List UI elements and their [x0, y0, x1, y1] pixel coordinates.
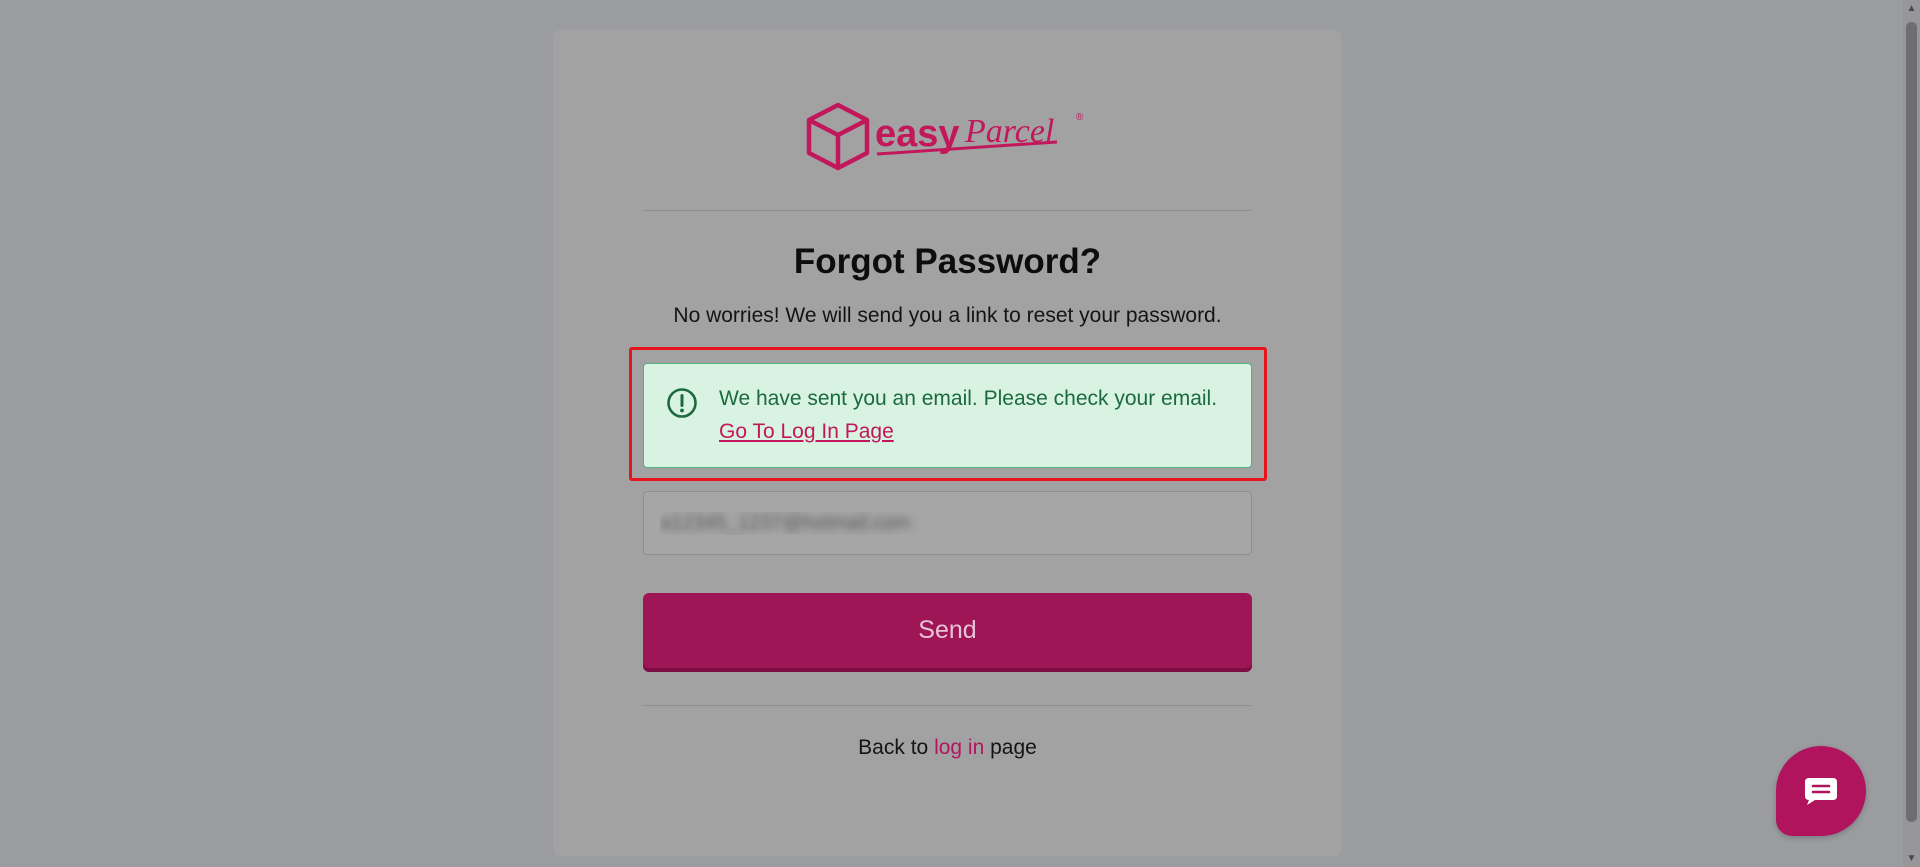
- bottom-divider: [643, 705, 1252, 706]
- chat-button[interactable]: [1776, 746, 1866, 836]
- easyparcel-logo: easy Parcel ®: [806, 102, 1084, 171]
- exclamation-circle-icon: [667, 388, 697, 418]
- svg-text:®: ®: [1076, 112, 1084, 123]
- vertical-scrollbar[interactable]: ▲ ▼: [1903, 0, 1920, 867]
- send-button[interactable]: Send: [643, 593, 1252, 668]
- go-to-login-link[interactable]: Go To Log In Page: [719, 420, 894, 444]
- top-divider: [643, 210, 1252, 211]
- alert-message: We have sent you an email. Please check …: [719, 387, 1218, 410]
- success-alert: We have sent you an email. Please check …: [643, 363, 1252, 468]
- scroll-down-arrow-icon[interactable]: ▼: [1903, 850, 1920, 867]
- scroll-up-arrow-icon[interactable]: ▲: [1903, 0, 1920, 17]
- back-suffix: page: [990, 736, 1037, 759]
- forgot-password-card: easy Parcel ® Forgot Password? No worrie…: [553, 30, 1342, 856]
- page-subtitle: No worries! We will send you a link to r…: [673, 304, 1222, 327]
- back-login-link[interactable]: log in: [934, 736, 984, 759]
- page-title: Forgot Password?: [793, 242, 1102, 281]
- email-field[interactable]: [643, 491, 1252, 555]
- back-prefix: Back to: [858, 736, 929, 759]
- back-to-login-text: Back to log in page: [553, 736, 1342, 760]
- chat-bubble-icon: [1805, 778, 1837, 805]
- scroll-thumb[interactable]: [1906, 22, 1917, 822]
